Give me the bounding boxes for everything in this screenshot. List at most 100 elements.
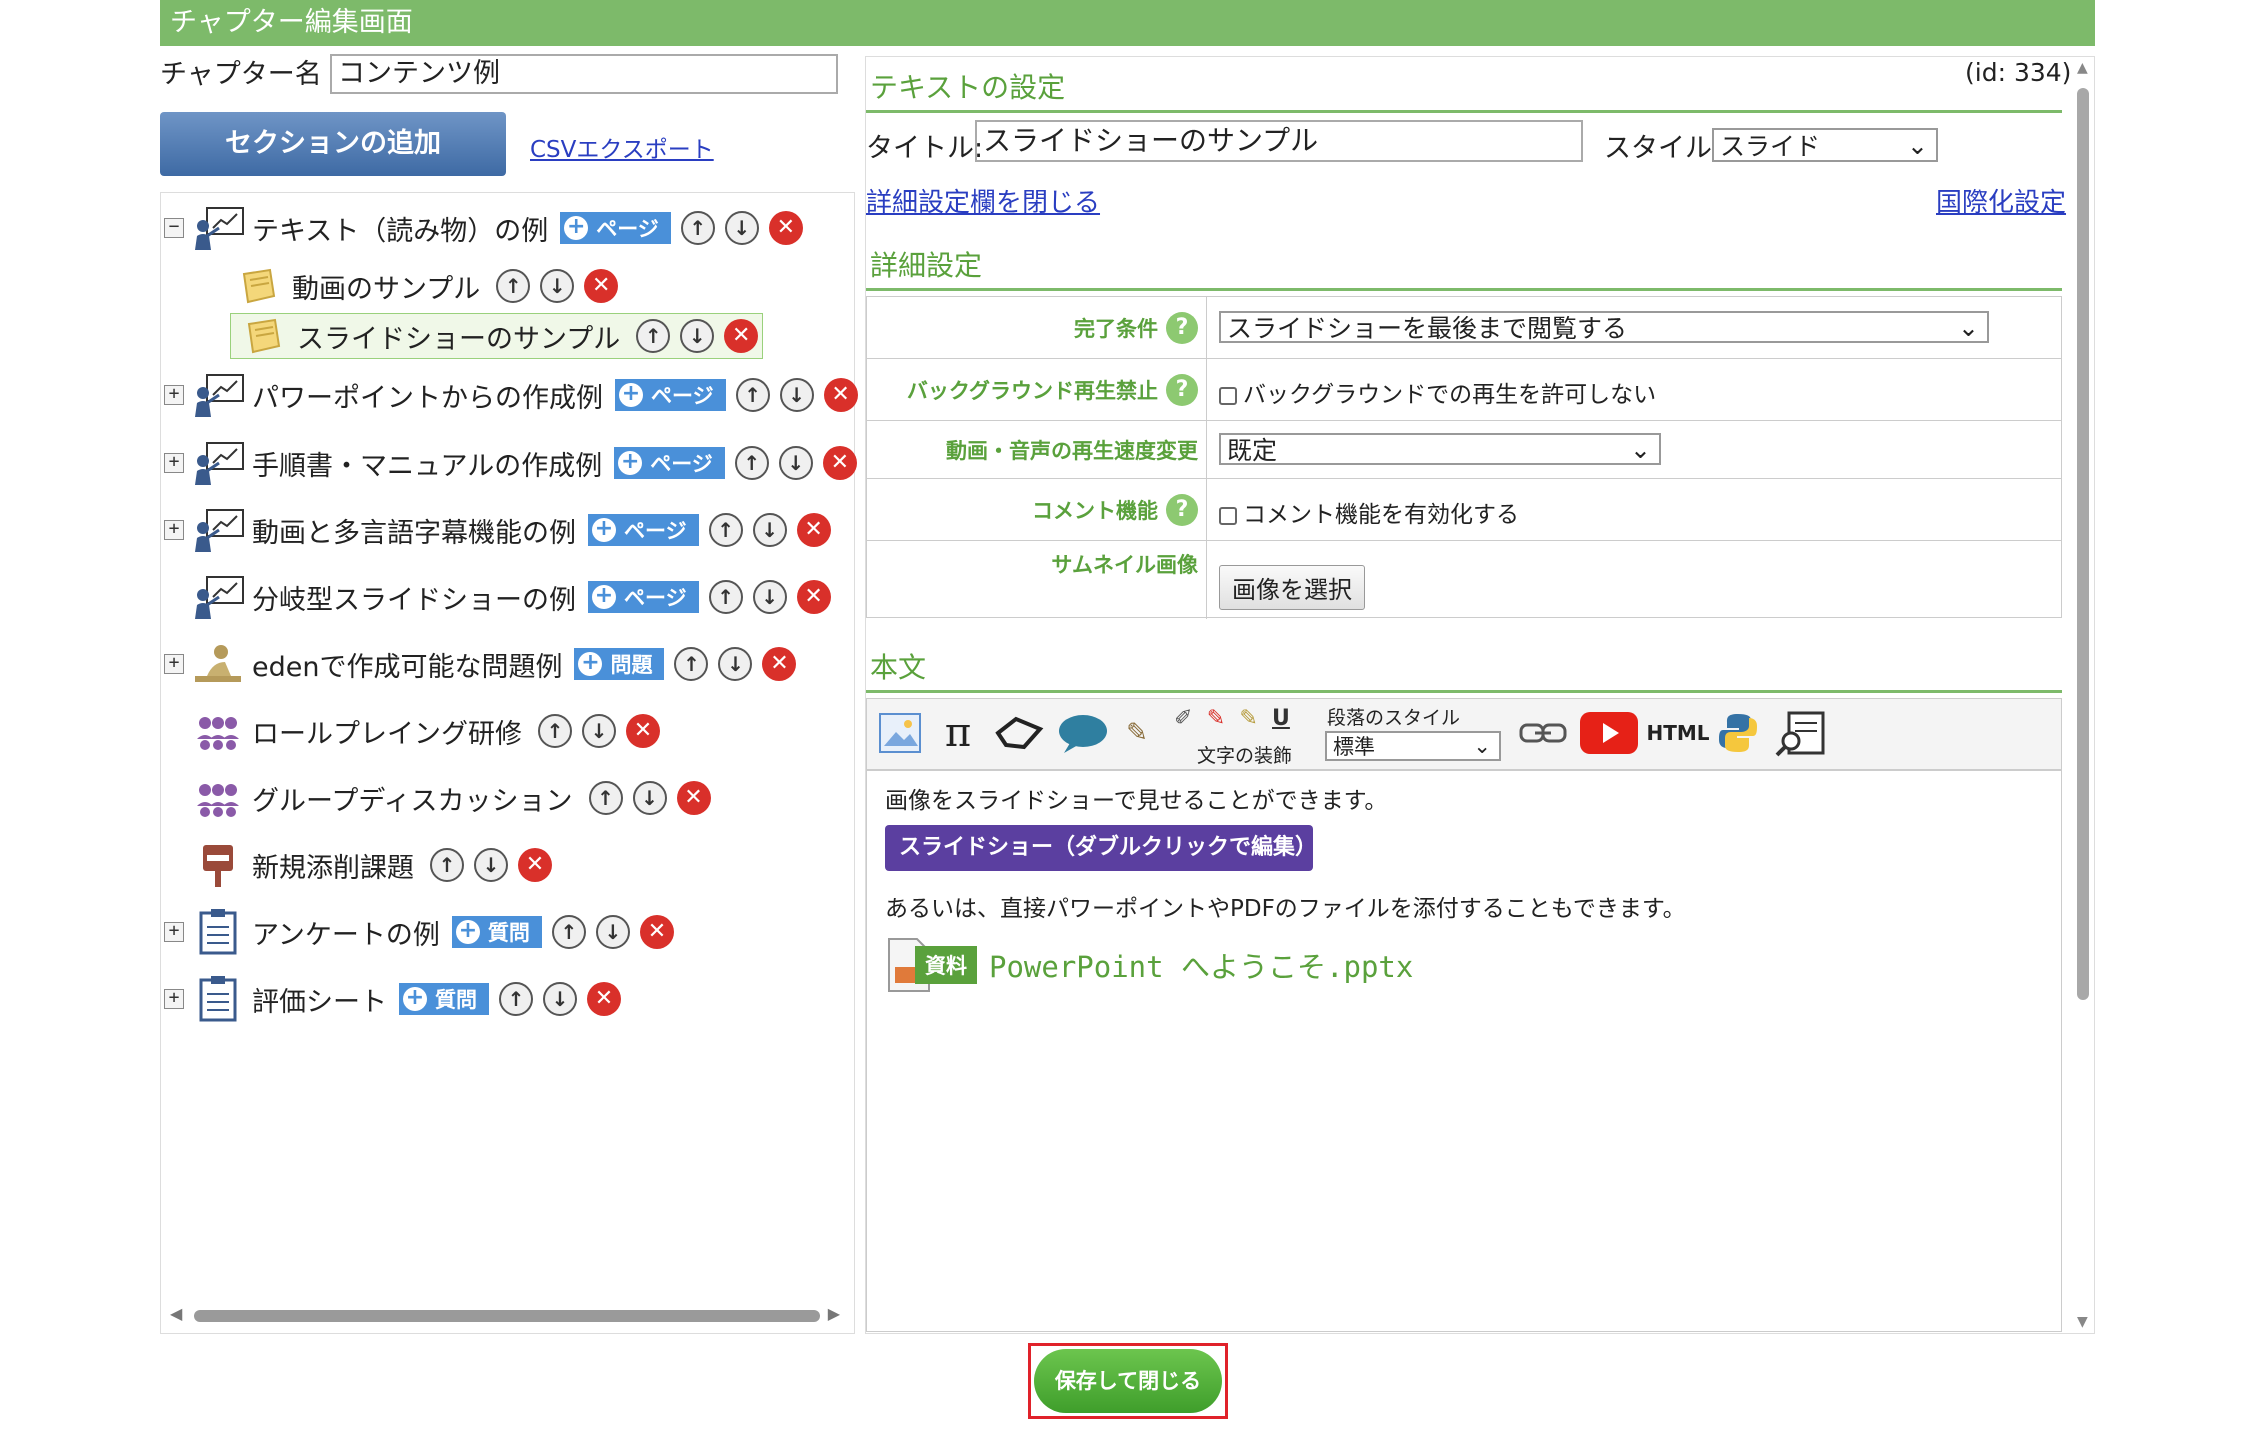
tree-item-label[interactable]: edenで作成可能な問題例: [252, 645, 562, 684]
tree-item[interactable]: edenで作成可能な問題例 + 問題 ↑ ↓ ✕: [190, 641, 797, 687]
tree-item-label[interactable]: 評価シート: [252, 980, 387, 1019]
python-icon[interactable]: [1713, 707, 1763, 759]
move-down-icon[interactable]: ↓: [540, 269, 575, 303]
help-icon[interactable]: ?: [1166, 493, 1198, 526]
tree-item-label[interactable]: テキスト（読み物）の例: [252, 209, 548, 248]
comment-checkbox[interactable]: [1219, 506, 1237, 525]
move-down-icon[interactable]: ↓: [632, 781, 667, 815]
delete-icon[interactable]: ✕: [584, 269, 619, 303]
tree-expander-icon[interactable]: +: [164, 989, 184, 1009]
tree-item-label[interactable]: パワーポイントからの作成例: [252, 376, 603, 415]
tree-item-label[interactable]: 手順書・マニュアルの作成例: [252, 444, 602, 483]
tree-item-label[interactable]: 動画と多言語字幕機能の例: [252, 511, 576, 550]
paragraph-style-select[interactable]: 標準 ⌄: [1325, 731, 1501, 761]
attachment-link[interactable]: 資料 PowerPoint へようこそ.pptx: [885, 937, 1413, 993]
tree-item[interactable]: アンケートの例 + 質問 ↑ ↓ ✕: [190, 909, 674, 955]
move-up-icon[interactable]: ↑: [588, 781, 623, 815]
scroll-up-icon[interactable]: ▲: [2077, 60, 2088, 76]
add-child-badge[interactable]: + 質問: [399, 983, 489, 1015]
i18n-settings-link[interactable]: 国際化設定: [1936, 182, 2066, 219]
tree-item[interactable]: グループディスカッション ↑ ↓ ✕: [190, 775, 711, 821]
add-section-button[interactable]: セクションの追加: [160, 112, 506, 176]
move-up-icon[interactable]: ↑: [499, 982, 533, 1016]
add-child-badge[interactable]: + ページ: [588, 581, 699, 613]
tree-item-label[interactable]: 動画のサンプル: [292, 267, 480, 306]
tree-expander-icon[interactable]: +: [164, 453, 184, 473]
save-close-button[interactable]: 保存して閉じる: [1034, 1349, 1222, 1413]
add-child-badge[interactable]: + ページ: [614, 447, 725, 479]
move-down-icon[interactable]: ↓: [680, 319, 715, 353]
tree-expander-icon[interactable]: +: [164, 922, 184, 942]
tree-item[interactable]: ロールプレイング研修 ↑ ↓ ✕: [190, 708, 660, 754]
tree-item[interactable]: 評価シート + 質問 ↑ ↓ ✕: [190, 976, 621, 1022]
delete-icon[interactable]: ✕: [518, 848, 552, 882]
image-insert-icon[interactable]: [875, 707, 925, 759]
tree-item[interactable]: 手順書・マニュアルの作成例 + ページ ↑ ↓ ✕: [190, 440, 857, 486]
move-up-icon[interactable]: ↑: [551, 915, 586, 949]
underline-icon[interactable]: U: [1272, 706, 1290, 731]
delete-icon[interactable]: ✕: [822, 446, 857, 480]
move-up-icon[interactable]: ↑: [734, 446, 769, 480]
search-document-icon[interactable]: [1771, 707, 1831, 759]
move-down-icon[interactable]: ↓: [543, 982, 577, 1016]
slideshow-embed-button[interactable]: スライドショー（ダブルクリックで編集）: [885, 825, 1317, 871]
scroll-right-icon[interactable]: ▶: [828, 1304, 840, 1323]
move-down-icon[interactable]: ↓: [595, 915, 630, 949]
add-child-badge[interactable]: + ページ: [588, 514, 699, 546]
body-editor[interactable]: 画像をスライドショーで見せることができます。 スライドショー（ダブルクリックで編…: [866, 770, 2062, 1332]
chapter-name-input[interactable]: コンテンツ例: [330, 54, 838, 94]
csv-export-link[interactable]: CSVエクスポート: [530, 130, 714, 164]
delete-icon[interactable]: ✕: [796, 580, 831, 614]
math-pi-icon[interactable]: π: [935, 707, 981, 759]
move-up-icon[interactable]: ↑: [538, 714, 572, 748]
tree-expander-icon[interactable]: +: [164, 520, 184, 540]
highlight-icon[interactable]: ✐: [1174, 706, 1192, 731]
tree-item-label[interactable]: グループディスカッション: [252, 779, 573, 818]
speed-select[interactable]: 既定 ⌄: [1219, 433, 1661, 465]
select-image-button[interactable]: 画像を選択: [1219, 565, 1365, 610]
delete-icon[interactable]: ✕: [639, 915, 674, 949]
add-child-badge[interactable]: + 問題: [574, 648, 665, 680]
youtube-icon[interactable]: [1579, 707, 1639, 759]
scroll-left-icon[interactable]: ◀: [170, 1304, 182, 1323]
add-child-badge[interactable]: + ページ: [560, 212, 671, 244]
move-down-icon[interactable]: ↓: [582, 714, 616, 748]
add-child-badge[interactable]: + ページ: [615, 379, 726, 411]
tree-horizontal-scrollbar[interactable]: ◀ ▶: [170, 1304, 840, 1328]
background-checkbox[interactable]: [1219, 386, 1237, 405]
link-icon[interactable]: [1517, 707, 1569, 759]
delete-icon[interactable]: ✕: [823, 378, 858, 412]
tree-item[interactable]: 新規添削課題 ↑ ↓ ✕: [190, 842, 552, 888]
move-down-icon[interactable]: ↓: [779, 378, 814, 412]
move-down-icon[interactable]: ↓: [752, 580, 787, 614]
tree-item[interactable]: パワーポイントからの作成例 + ページ ↑ ↓ ✕: [190, 372, 858, 418]
help-icon[interactable]: ?: [1166, 311, 1198, 344]
tree-item[interactable]: 動画と多言語字幕機能の例 + ページ ↑ ↓ ✕: [190, 507, 831, 553]
scroll-down-icon[interactable]: ▼: [2077, 1314, 2088, 1330]
delete-icon[interactable]: ✕: [676, 781, 711, 815]
move-up-icon[interactable]: ↑: [430, 848, 464, 882]
tree-item[interactable]: 分岐型スライドショーの例 + ページ ↑ ↓ ✕: [190, 574, 831, 620]
move-up-icon[interactable]: ↑: [674, 647, 709, 681]
delete-icon[interactable]: ✕: [626, 714, 660, 748]
tree-expander-icon[interactable]: −: [164, 218, 184, 238]
tree-expander-icon[interactable]: +: [164, 385, 184, 405]
tree-item-label[interactable]: アンケートの例: [252, 913, 440, 952]
tree-item[interactable]: テキスト（読み物）の例 + ページ ↑ ↓ ✕: [190, 205, 803, 251]
move-up-icon[interactable]: ↑: [708, 580, 743, 614]
title-input[interactable]: スライドショーのサンプル: [975, 120, 1583, 162]
help-icon[interactable]: ?: [1166, 373, 1198, 406]
panel-vertical-scrollbar[interactable]: ▲ ▼: [2075, 60, 2091, 1330]
move-down-icon[interactable]: ↓: [778, 446, 813, 480]
move-down-icon[interactable]: ↓: [724, 211, 759, 245]
delete-icon[interactable]: ✕: [762, 647, 797, 681]
tree-expander-icon[interactable]: +: [164, 654, 184, 674]
style-select[interactable]: スライド ⌄: [1712, 128, 1938, 162]
tree-item-label[interactable]: ロールプレイング研修: [252, 712, 522, 751]
tree-item[interactable]: 動画のサンプル ↑ ↓ ✕: [230, 263, 619, 309]
move-down-icon[interactable]: ↓: [474, 848, 508, 882]
delete-icon[interactable]: ✕: [724, 319, 759, 353]
completion-select[interactable]: スライドショーを最後まで閲覧する ⌄: [1219, 311, 1989, 343]
move-down-icon[interactable]: ↓: [752, 513, 787, 547]
delete-icon[interactable]: ✕: [587, 982, 621, 1016]
